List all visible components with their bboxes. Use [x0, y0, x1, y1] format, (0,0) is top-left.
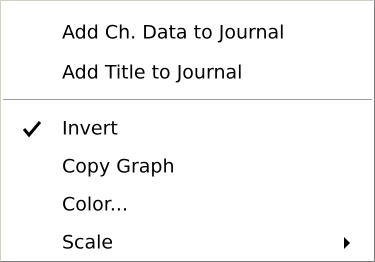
- menu-item-add-ch-data-to-journal[interactable]: Add Ch. Data to Journal: [1, 15, 374, 51]
- menu-item-copy-graph[interactable]: Copy Graph: [1, 149, 374, 185]
- check-icon: [22, 121, 42, 138]
- menu-item-label: Color...: [62, 193, 128, 216]
- menu-item-add-title-to-journal[interactable]: Add Title to Journal: [1, 55, 374, 91]
- menu-item-invert[interactable]: Invert: [1, 111, 374, 147]
- submenu-arrow-icon: [344, 237, 350, 249]
- menu-item-scale[interactable]: Scale: [1, 225, 374, 261]
- menu-separator: [3, 99, 372, 101]
- menu-item-label: Copy Graph: [62, 155, 175, 178]
- menu-item-label: Invert: [62, 117, 118, 140]
- menu-item-color[interactable]: Color...: [1, 187, 374, 223]
- menu-item-label: Scale: [62, 231, 114, 254]
- context-menu: Add Ch. Data to Journal Add Title to Jou…: [0, 0, 375, 262]
- menu-item-label: Add Title to Journal: [62, 61, 243, 84]
- menu-item-label: Add Ch. Data to Journal: [62, 21, 285, 44]
